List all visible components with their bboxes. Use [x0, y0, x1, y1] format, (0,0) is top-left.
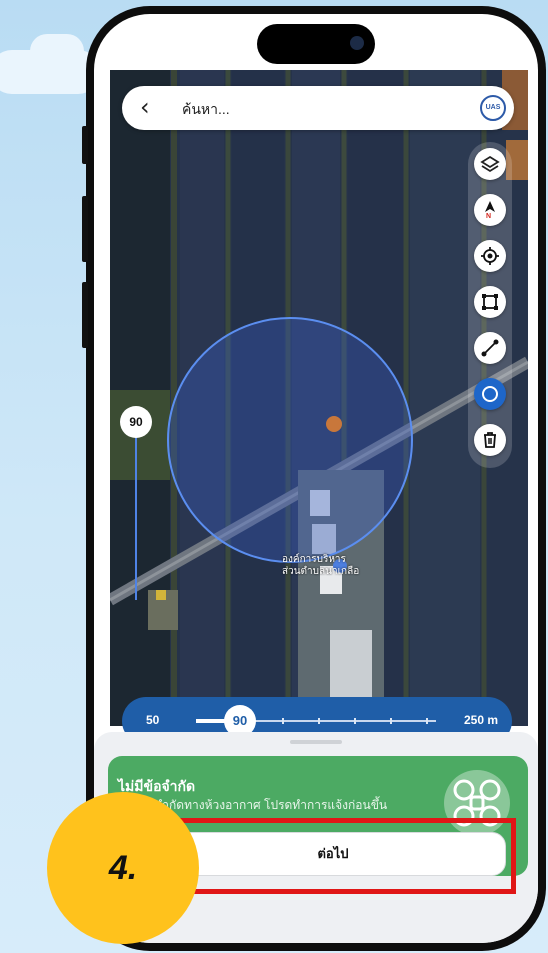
circle-tool-button[interactable] [474, 378, 506, 410]
circle-icon [482, 386, 498, 402]
polygon-tool-button[interactable] [474, 286, 506, 318]
locate-icon [481, 247, 499, 265]
sheet-handle[interactable] [290, 740, 342, 744]
compass-north-label: N [486, 213, 492, 220]
slider-tick [282, 718, 284, 724]
layers-button[interactable] [474, 148, 506, 180]
line-icon [481, 339, 499, 357]
satellite-map[interactable]: องค์การบริหาร ส่วนตำบลนาเกลือ [110, 70, 528, 726]
search-bar[interactable]: ‹ ค้นหา... UAS [122, 86, 514, 130]
map-imagery [110, 70, 528, 726]
sky-cloud [30, 34, 84, 68]
next-button[interactable]: ต่อไป [160, 832, 506, 876]
place-label: องค์การบริหาร ส่วนตำบลนาเกลือ [282, 554, 360, 577]
slider-tick [390, 718, 392, 724]
back-arrow-icon[interactable]: ‹ [140, 95, 150, 119]
slider-tick [426, 718, 428, 724]
slider-tick [354, 718, 356, 724]
phone-side-button [82, 126, 88, 164]
delete-button[interactable] [474, 424, 506, 456]
polygon-icon [482, 294, 498, 310]
slider-tick [318, 718, 320, 724]
step-badge: 4. [47, 792, 199, 944]
phone-side-button [82, 196, 88, 262]
radius-marker[interactable]: 90 [120, 406, 152, 438]
trash-icon [484, 432, 496, 448]
line-tool-button[interactable] [474, 332, 506, 364]
compass-button[interactable]: N [474, 194, 506, 226]
slider-max-label: 250 m [463, 713, 498, 727]
search-input[interactable]: ค้นหา... [182, 99, 230, 121]
layers-icon [480, 155, 500, 173]
phone-side-button [82, 282, 88, 348]
slider-min-label: 50 [146, 713, 160, 727]
uas-logo-icon[interactable]: UAS [480, 95, 506, 121]
locate-button[interactable] [474, 240, 506, 272]
camera [350, 36, 364, 50]
